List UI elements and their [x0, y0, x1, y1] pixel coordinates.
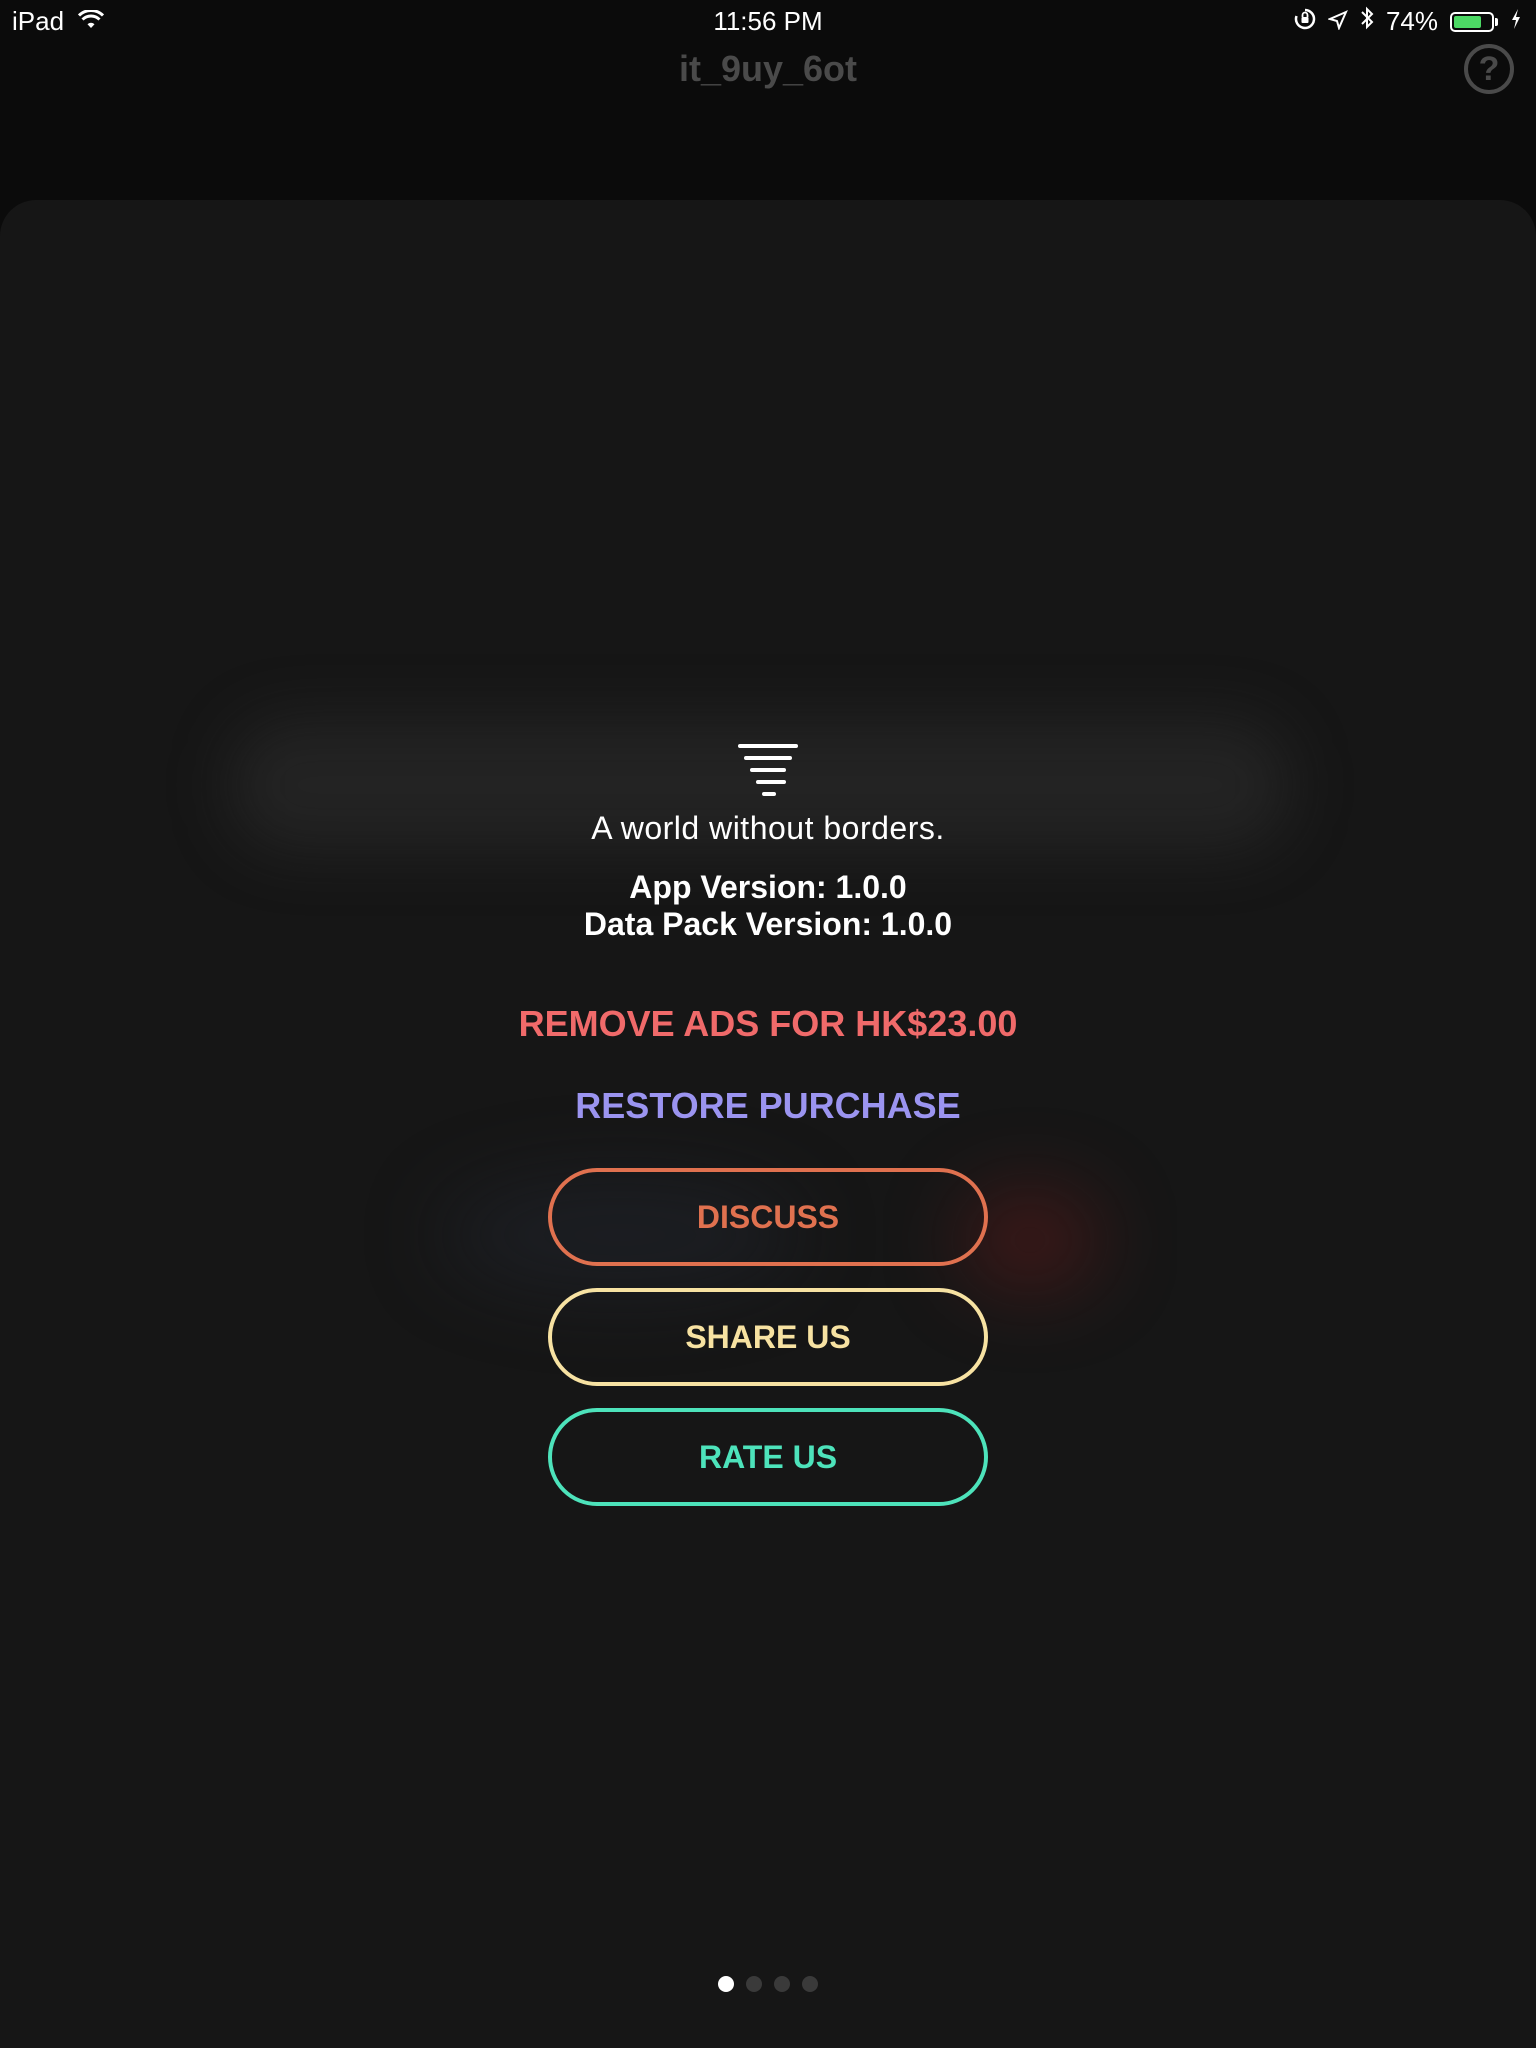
- app-logo-icon: [738, 744, 798, 800]
- charging-icon: [1510, 6, 1522, 37]
- page-indicator[interactable]: [0, 1976, 1536, 1992]
- remove-ads-button[interactable]: REMOVE ADS FOR HK$23.00: [0, 1003, 1536, 1045]
- share-us-button[interactable]: SHARE US: [548, 1288, 988, 1386]
- tagline: A world without borders.: [591, 810, 945, 846]
- page-dot[interactable]: [774, 1976, 790, 1992]
- status-bar: iPad 11:56 PM 74%: [0, 0, 1536, 40]
- battery-icon: [1450, 11, 1498, 32]
- page-dot[interactable]: [802, 1976, 818, 1992]
- page-title: it_9uy_6ot: [678, 48, 858, 89]
- restore-purchase-button[interactable]: RESTORE PURCHASE: [0, 1085, 1536, 1127]
- bluetooth-icon: [1360, 6, 1374, 37]
- battery-percent: 74%: [1385, 6, 1438, 36]
- status-right: 74%: [1294, 6, 1522, 37]
- data-pack-version: Data Pack Version: 1.0.0: [583, 906, 953, 942]
- location-icon: [1327, 6, 1348, 37]
- app-version: App Version: 1.0.0: [629, 869, 907, 905]
- help-icon: ?: [1478, 49, 1500, 88]
- page-dot[interactable]: [746, 1976, 762, 1992]
- rate-us-button[interactable]: RATE US: [548, 1408, 988, 1506]
- screen: iPad 11:56 PM 74% it_9uy_6ot ? A world w…: [0, 0, 1536, 2048]
- page-dot[interactable]: [718, 1976, 734, 1992]
- help-button[interactable]: ?: [1464, 44, 1514, 94]
- discuss-button[interactable]: DISCUSS: [548, 1168, 988, 1266]
- orientation-lock-icon: [1294, 6, 1316, 37]
